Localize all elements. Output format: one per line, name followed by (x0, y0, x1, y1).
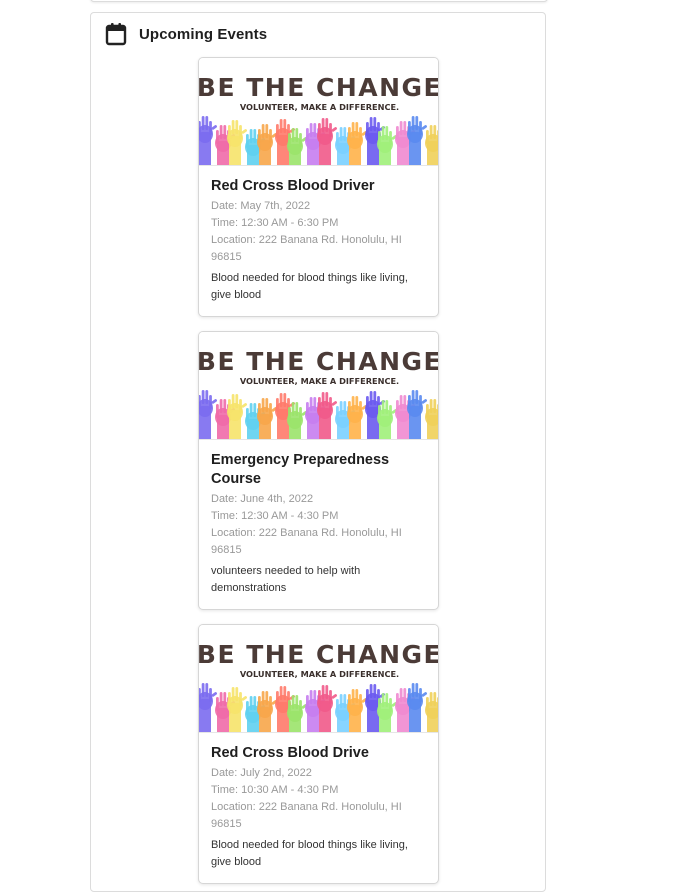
event-card[interactable]: BE THE CHANGE VOLUNTEER, MAKE A DIFFERENC… (198, 57, 439, 317)
banner-headline: BE THE CHANGE (199, 640, 438, 669)
banner-headline: BE THE CHANGE (199, 347, 438, 376)
event-card-body: Red Cross Blood Driver Date: May 7th, 20… (199, 166, 438, 316)
event-location: Location: 222 Banana Rd. Honolulu, HI 96… (211, 234, 402, 263)
event-date: Date: July 2nd, 2022 (211, 767, 312, 779)
event-time: Time: 12:30 AM - 4:30 PM (211, 510, 339, 522)
event-title[interactable]: Emergency Preparedness Course (211, 451, 426, 489)
event-time: Time: 10:30 AM - 4:30 PM (211, 784, 339, 796)
event-location: Location: 222 Banana Rd. Honolulu, HI 96… (211, 801, 402, 830)
upcoming-events-panel: Upcoming Events BE THE CHANGE VOLUNTEER, … (90, 12, 546, 892)
event-description: Blood needed for blood things like livin… (211, 272, 408, 301)
panel-header: Upcoming Events (105, 21, 267, 47)
event-description: Blood needed for blood things like livin… (211, 839, 408, 868)
banner-tagline: VOLUNTEER, MAKE A DIFFERENCE. (240, 102, 399, 112)
banner-tagline: VOLUNTEER, MAKE A DIFFERENCE. (240, 376, 399, 386)
event-banner-image: BE THE CHANGE VOLUNTEER, MAKE A DIFFERENC… (199, 58, 438, 166)
event-banner-image: BE THE CHANGE VOLUNTEER, MAKE A DIFFERENC… (199, 332, 438, 440)
event-title[interactable]: Red Cross Blood Driver (211, 177, 426, 196)
event-banner-image: BE THE CHANGE VOLUNTEER, MAKE A DIFFERENC… (199, 625, 438, 733)
raised-hands-illustration (199, 683, 438, 732)
banner-tagline: VOLUNTEER, MAKE A DIFFERENCE. (240, 669, 399, 679)
panel-title: Upcoming Events (139, 25, 268, 43)
event-time: Time: 12:30 AM - 6:30 PM (211, 217, 339, 229)
previous-card-edge (90, 0, 548, 2)
event-description: volunteers needed to help with demonstra… (211, 565, 361, 594)
event-card[interactable]: BE THE CHANGE VOLUNTEER, MAKE A DIFFERENC… (198, 331, 439, 610)
event-date: Date: June 4th, 2022 (211, 493, 314, 505)
event-card-body: Emergency Preparedness Course Date: June… (199, 440, 438, 609)
calendar-icon (105, 22, 127, 46)
banner-headline: BE THE CHANGE (199, 73, 438, 102)
event-location: Location: 222 Banana Rd. Honolulu, HI 96… (211, 527, 402, 556)
raised-hands-illustration (199, 390, 438, 439)
event-card[interactable]: BE THE CHANGE VOLUNTEER, MAKE A DIFFERENC… (198, 624, 439, 884)
event-title[interactable]: Red Cross Blood Drive (211, 744, 426, 763)
raised-hands-illustration (199, 116, 438, 165)
event-card-body: Red Cross Blood Drive Date: July 2nd, 20… (199, 733, 438, 883)
event-date: Date: May 7th, 2022 (211, 200, 311, 212)
